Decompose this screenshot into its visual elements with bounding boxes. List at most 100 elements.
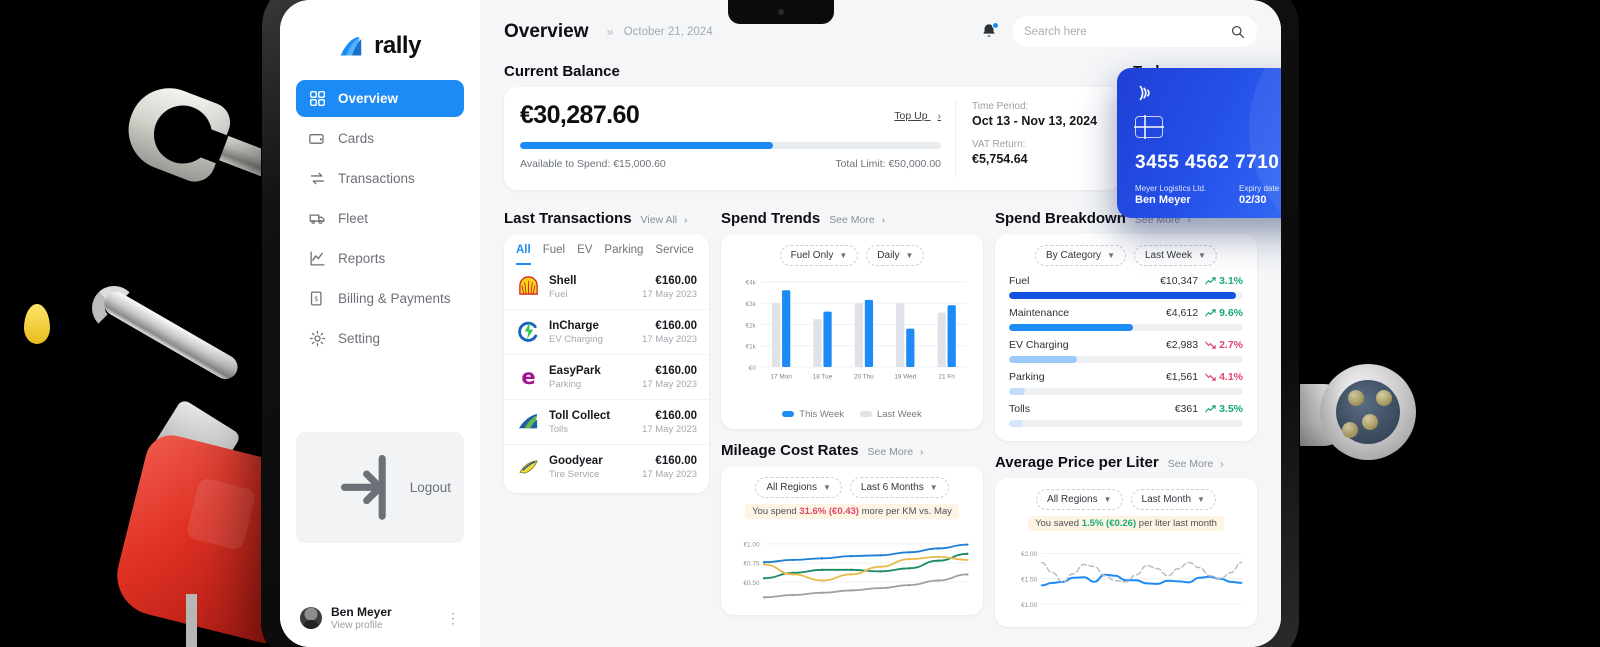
breakdown-category: Tolls — [1009, 403, 1031, 415]
sidebar-item-fleet[interactable]: Fleet — [296, 200, 464, 237]
svg-text:18 Tue: 18 Tue — [813, 374, 833, 381]
transaction-date: 17 May 2023 — [642, 288, 697, 300]
transaction-merchant: Goodyear — [549, 454, 603, 467]
mileage-card: All Regions ▼ Last 6 Months ▼ You spend … — [721, 466, 983, 615]
profile-subtitle: View profile — [331, 620, 383, 631]
filter-label: Last Month — [1141, 494, 1192, 505]
mileage-period-filter[interactable]: Last 6 Months ▼ — [849, 477, 949, 498]
breakdown-change: 4.1% — [1205, 371, 1243, 383]
search-input[interactable] — [1024, 25, 1222, 38]
sidebar-item-cards[interactable]: Cards — [296, 120, 464, 157]
legend-this-week: This Week — [782, 409, 844, 420]
mileage-region-filter[interactable]: All Regions ▼ — [755, 477, 842, 498]
avg-price-title: Average Price per Liter — [995, 454, 1159, 471]
sidebar-item-billing-payments[interactable]: $ Billing & Payments — [296, 280, 464, 317]
svg-text:€2k: €2k — [746, 322, 757, 329]
search-box[interactable] — [1012, 16, 1257, 47]
filter-label: By Category — [1046, 250, 1102, 261]
chevron-right-icon: › — [881, 214, 886, 226]
svg-text:€0: €0 — [749, 365, 756, 372]
transaction-category: EV Charging — [549, 333, 603, 345]
avatar — [300, 607, 322, 629]
chevron-down-icon: ▼ — [839, 251, 848, 260]
tab-service[interactable]: Service — [655, 244, 693, 265]
top-up-link[interactable]: Top Up › — [894, 110, 941, 122]
spend-trends-period-filter[interactable]: Daily ▼ — [866, 245, 925, 266]
transaction-row[interactable]: Goodyear Tire Service €160.00 17 May 202… — [504, 445, 709, 489]
spend-trends-card: Fuel Only ▼ Daily ▼ €4k €3k €2k €1k €0 1… — [721, 234, 983, 429]
sidebar-item-label: Billing & Payments — [338, 291, 451, 306]
spend-trends-chart: €4k €3k €2k €1k €0 17 Mon 18 Tue 20 Thu 19 Wed 21… — [733, 274, 971, 405]
easypark-logo-icon: e — [516, 365, 540, 389]
tab-ev[interactable]: EV — [577, 244, 592, 265]
fleet-credit-card[interactable]: rally 3455 4562 7710 3507 Meyer Logistic… — [1117, 68, 1281, 218]
sidebar-item-overview[interactable]: Overview — [296, 80, 464, 117]
card-number: 3455 4562 7710 3507 — [1135, 152, 1281, 173]
sidebar-item-label: Cards — [338, 131, 375, 146]
transaction-merchant: Toll Collect — [549, 409, 611, 422]
profile-row[interactable]: Ben Meyer View profile ⋮ — [296, 589, 464, 633]
transaction-row[interactable]: InCharge EV Charging €160.00 17 May 2023 — [504, 310, 709, 355]
card-chip-icon — [1134, 115, 1164, 139]
breadcrumb-chevron-icon: » — [606, 24, 614, 39]
note-prefix: You spend — [752, 506, 800, 517]
svg-text:17 Mon: 17 Mon — [770, 374, 792, 381]
tab-all[interactable]: All — [516, 244, 531, 265]
trend-up-icon — [1205, 405, 1216, 413]
transaction-row[interactable]: e EasyPark Parking €160.00 17 May 2023 — [504, 355, 709, 400]
transaction-row[interactable]: Toll Collect Tolls €160.00 17 May 2023 — [504, 400, 709, 445]
profile-menu-icon[interactable]: ⋮ — [446, 610, 460, 625]
logout-icon — [340, 455, 386, 521]
svg-text:$: $ — [314, 295, 318, 303]
breakdown-change: 9.6% — [1205, 307, 1243, 319]
balance-card: €30,287.60 Top Up › Available to Spend: … — [504, 87, 1121, 190]
breakdown-change: 2.7% — [1205, 339, 1243, 351]
transaction-amount: €160.00 — [655, 409, 697, 422]
breakdown-group-filter[interactable]: By Category ▼ — [1035, 245, 1126, 266]
trend-down-icon — [1205, 341, 1216, 349]
svg-text:e: e — [521, 365, 535, 388]
breakdown-row: Parking €1,561 4.1% — [1007, 368, 1245, 400]
breakdown-value: €361 — [1174, 403, 1199, 415]
top-up-label: Top Up — [894, 109, 928, 122]
notifications-button[interactable] — [980, 21, 999, 42]
chevron-down-icon: ▼ — [822, 483, 831, 492]
tab-parking[interactable]: Parking — [604, 244, 643, 265]
spend-trends-see-more[interactable]: See More › — [829, 214, 885, 226]
filter-label: All Regions — [766, 482, 817, 493]
breakdown-row: Maintenance €4,612 9.6% — [1007, 304, 1245, 336]
sidebar-item-transactions[interactable]: Transactions — [296, 160, 464, 197]
breakdown-value: €1,561 — [1165, 371, 1199, 383]
avg-price-see-more[interactable]: See More › — [1168, 458, 1224, 470]
chevron-down-icon: ▼ — [1107, 251, 1115, 260]
note-highlight: 1.5% (€0.26) — [1081, 518, 1137, 529]
avg-price-region-filter[interactable]: All Regions ▼ — [1036, 489, 1123, 510]
goodyear-logo-icon — [516, 455, 540, 479]
card-icon — [309, 134, 324, 144]
sidebar-item-setting[interactable]: Setting — [296, 320, 464, 357]
profile-name: Ben Meyer — [331, 605, 392, 619]
device-notch — [727, 0, 834, 24]
search-icon[interactable] — [1230, 24, 1245, 39]
chevron-down-icon: ▼ — [1103, 495, 1112, 504]
avg-price-chart: €2.00 €1.50 €1.00 — [1007, 539, 1245, 618]
mileage-see-more[interactable]: See More › — [868, 446, 924, 458]
transaction-category: Fuel — [549, 288, 568, 300]
main-content: Overview » October 21, 2024 Search here … — [480, 0, 1281, 647]
card-expiry-label: Expiry date — [1239, 184, 1280, 193]
logout-button[interactable]: Logout — [296, 432, 464, 543]
spend-trends-category-filter[interactable]: Fuel Only ▼ — [779, 245, 859, 266]
svg-text:€3k: €3k — [746, 301, 757, 308]
breakdown-period-filter[interactable]: Last Week ▼ — [1133, 245, 1217, 266]
sidebar-item-reports[interactable]: Reports — [296, 240, 464, 277]
avg-price-period-filter[interactable]: Last Month ▼ — [1130, 489, 1216, 510]
filter-label: Last 6 Months — [860, 482, 924, 493]
view-all-link[interactable]: View All › — [641, 214, 688, 226]
filter-label: All Regions — [1047, 494, 1098, 505]
breakdown-bar — [1009, 420, 1243, 427]
transaction-row[interactable]: Shell Fuel €160.00 17 May 2023 — [504, 265, 709, 310]
transaction-amount: €160.00 — [655, 454, 697, 467]
average-price-section: Average Price per Liter See More › All R… — [995, 454, 1257, 627]
tab-fuel[interactable]: Fuel — [543, 244, 565, 265]
brand-logo: rally — [296, 20, 464, 80]
